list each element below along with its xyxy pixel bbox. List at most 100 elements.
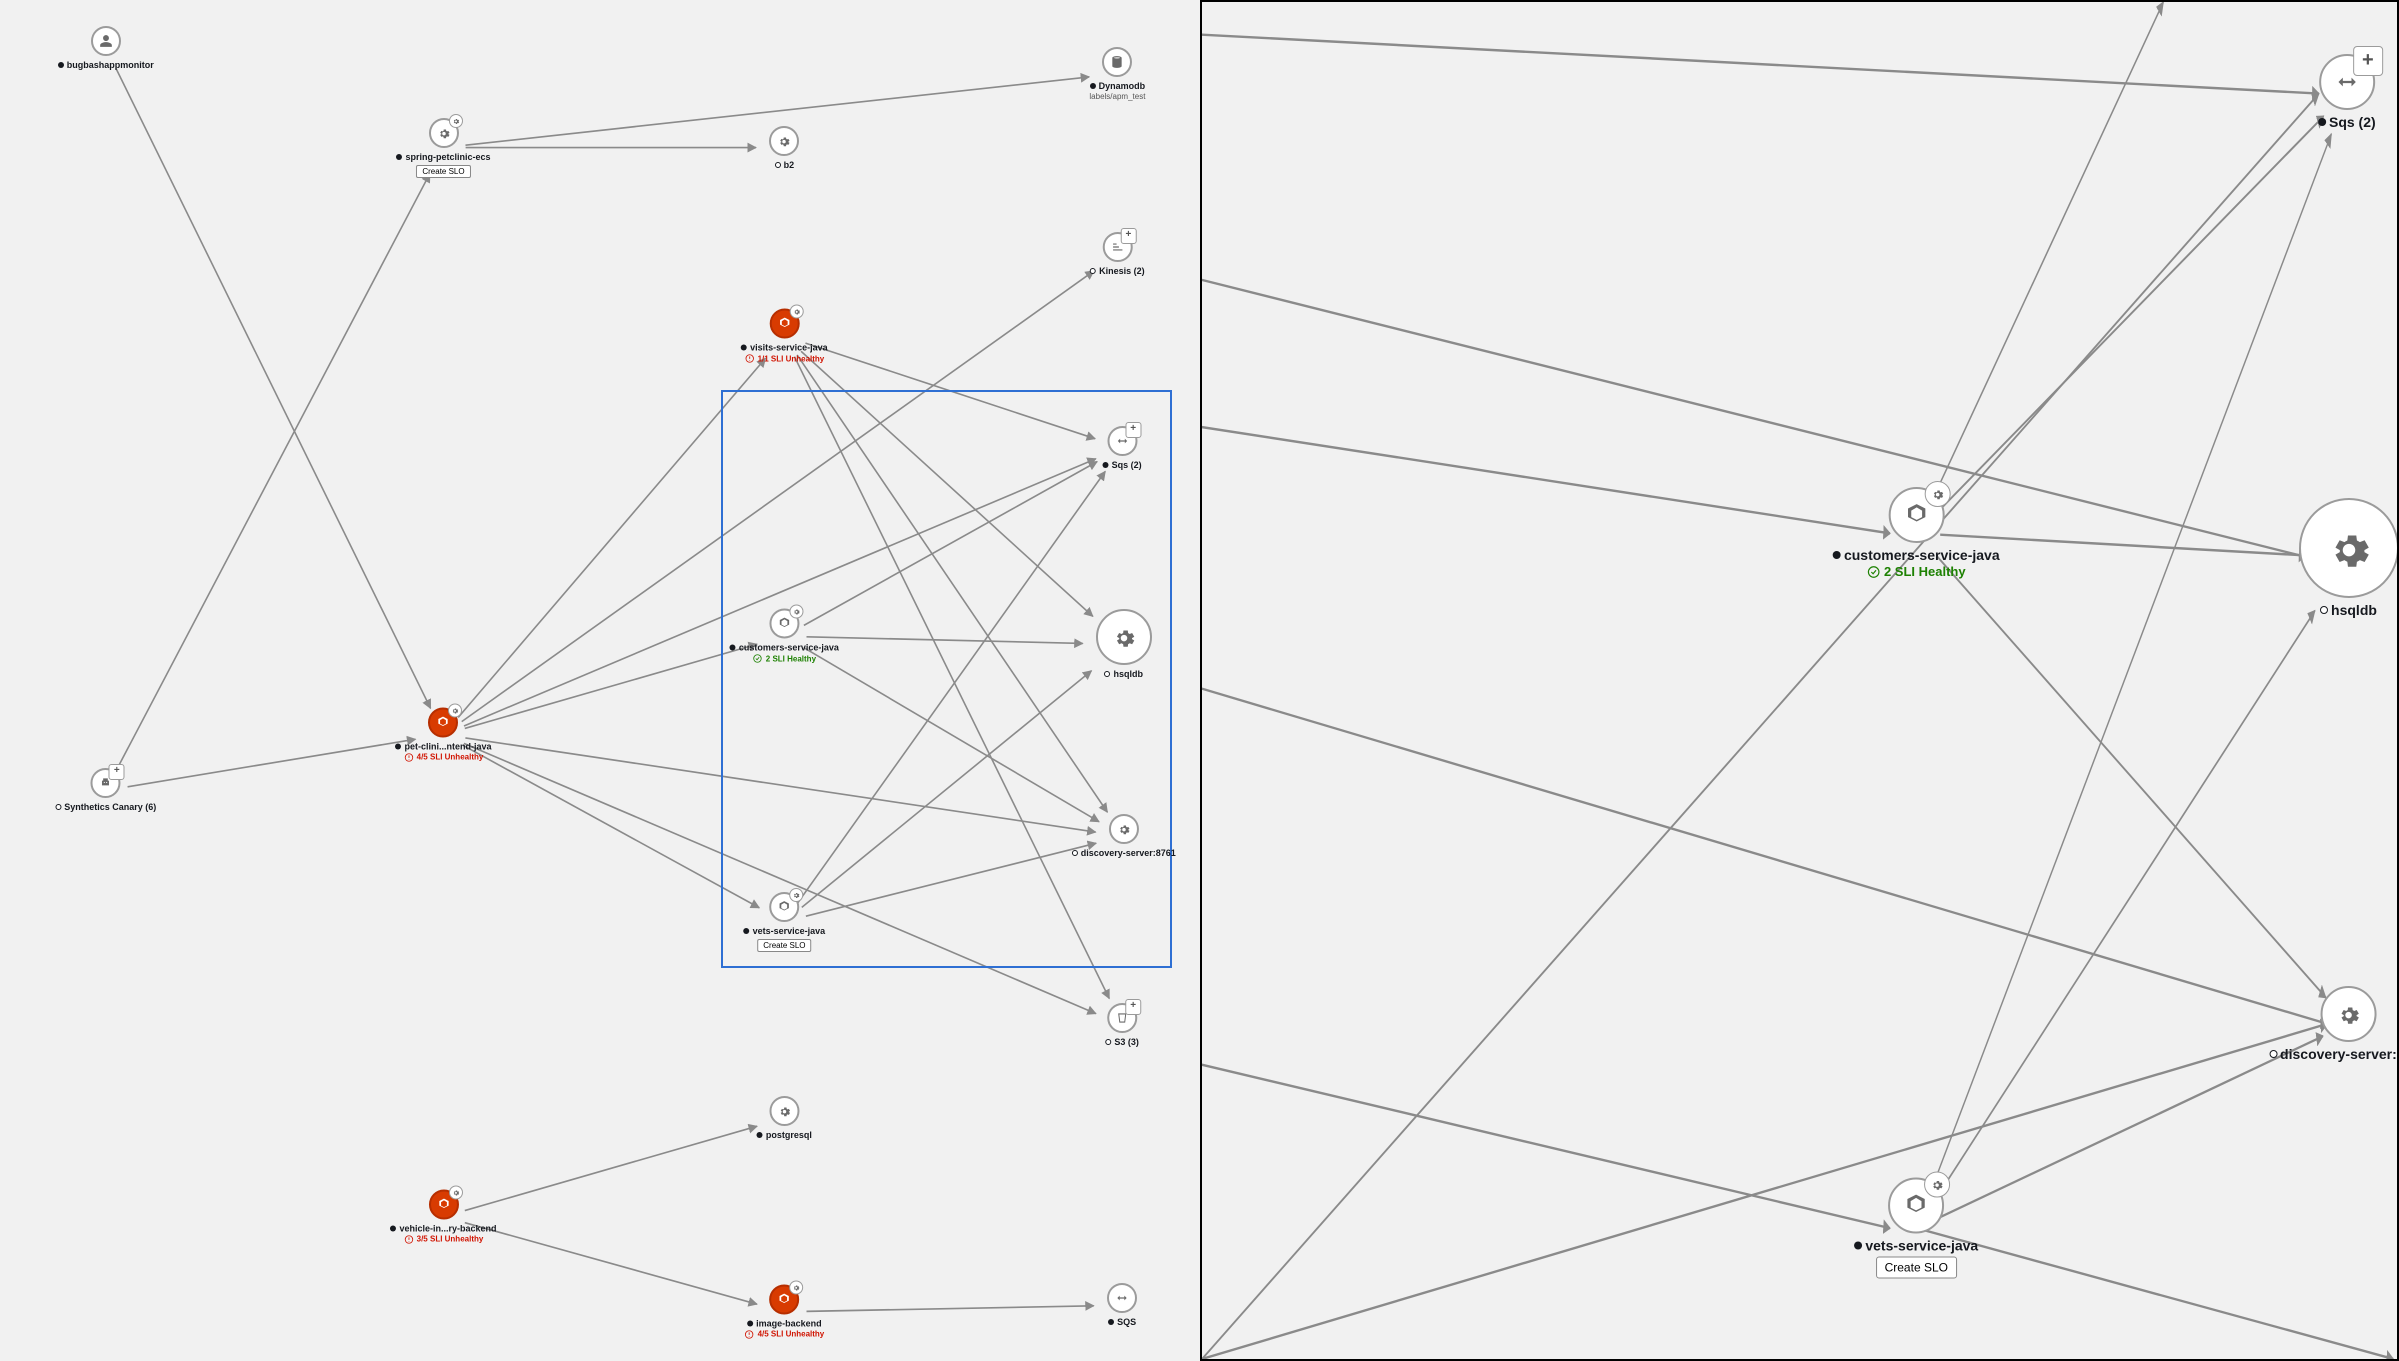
sli-status: 3/5 SLI Unhealthy [404,1234,484,1244]
node-circle[interactable] [1888,487,1944,543]
node-circle[interactable] [1096,609,1152,665]
node-circle[interactable] [428,118,458,148]
dependency-edge [463,745,759,907]
service-node-b2[interactable]: b2 [769,126,799,170]
service-map-overview-panel[interactable]: bugbashappmonitor spring-petclinic-ecs Cre… [0,0,1200,1361]
service-node-dynamo[interactable]: Dynamodblabels/apm_test [1089,47,1145,101]
expand-group-button[interactable]: + [109,764,125,780]
service-map-zoom-panel[interactable]: +Sqs (2) customers-service-java2 SLI Heal… [1200,0,2399,1361]
gear-icon [436,126,450,140]
service-node-image[interactable]: image-backend4/5 SLI Unhealthy [745,1284,825,1339]
service-node-sqs[interactable]: SQS [1107,1283,1137,1327]
service-node-r_vets[interactable]: vets-service-java Create SLO [1854,1178,1978,1279]
dependency-edge [128,739,416,787]
node-label-row: customers-service-java [730,643,839,653]
node-circle[interactable] [769,309,799,339]
service-node-kinesis[interactable]: + Kinesis (2) [1090,232,1145,276]
service-node-r_customers[interactable]: customers-service-java2 SLI Healthy [1833,487,2000,579]
db-icon [1110,55,1124,69]
node-circle[interactable] [1109,814,1139,844]
node-label: hsqldb [1113,669,1143,679]
create-slo-button[interactable]: Create SLO [757,939,811,952]
node-circle[interactable]: + [1107,1003,1137,1033]
node-circle[interactable] [769,892,799,922]
node-circle[interactable] [769,1284,799,1314]
k8s-icon [777,1292,791,1306]
status-dot-icon [744,928,750,934]
node-circle[interactable] [1888,1178,1944,1234]
node-circle[interactable]: + [2319,54,2375,110]
create-slo-button[interactable]: Create SLO [416,165,470,178]
service-node-s3[interactable]: +S3 (3) [1105,1003,1139,1047]
node-circle[interactable]: + [1107,426,1137,456]
node-label-row: hsqldb [1104,669,1143,679]
node-circle[interactable] [428,707,458,737]
node-circle[interactable] [428,1189,458,1219]
gear-badge-icon [789,605,803,619]
dependency-edge [116,68,431,708]
service-node-canary[interactable]: +Synthetics Canary (6) [55,768,156,812]
service-node-frontend[interactable]: pet-clini...ntend-java4/5 SLI Unhealthy [395,707,491,762]
gear-badge-icon [448,703,462,717]
status-dot-icon [747,1320,753,1326]
node-label-row: hsqldb [2320,602,2377,618]
node-circle[interactable] [2320,986,2376,1042]
node-circle[interactable] [769,126,799,156]
expand-group-button[interactable]: + [1125,999,1141,1015]
dependency-edge [1202,427,1890,533]
service-node-vets[interactable]: vets-service-java Create SLO [744,892,826,952]
node-circle[interactable] [2299,498,2399,598]
service-node-sqs2[interactable]: +Sqs (2) [1103,426,1142,470]
status-dot-icon [55,804,61,810]
dependency-edge [116,173,430,770]
create-slo-button[interactable]: Create SLO [1876,1257,1957,1279]
expand-group-button[interactable]: + [1125,422,1141,438]
gear-badge-icon [789,305,803,319]
node-label: postgresql [766,1130,812,1140]
node-circle[interactable] [91,26,121,56]
dependency-edge [794,357,1109,999]
service-node-r_discovery[interactable]: discovery-server:8761 [2269,986,2399,1062]
expand-group-button[interactable]: + [1120,228,1136,244]
status-dot-icon [1104,671,1110,677]
dependency-edge [465,1223,757,1304]
node-label: vets-service-java [1865,1238,1978,1254]
k8s-icon [777,317,791,331]
node-label: vets-service-java [753,926,826,936]
app-root: bugbashappmonitor spring-petclinic-ecs Cre… [0,0,2399,1361]
service-node-r_sqs2[interactable]: +Sqs (2) [2318,54,2376,130]
service-node-bugbash[interactable]: bugbashappmonitor [58,26,154,70]
service-node-discovery[interactable]: discovery-server:8761 [1072,814,1176,858]
service-node-hsqldb[interactable]: hsqldb [1096,609,1152,679]
node-label: Dynamodb [1099,81,1146,91]
node-circle[interactable] [1102,47,1132,77]
node-label-row: spring-petclinic-ecs [396,152,490,162]
status-dot-icon [2269,1050,2277,1058]
k8s-icon [436,715,450,729]
node-circle[interactable]: + [91,768,121,798]
dependency-edge [1916,1228,2393,1359]
gear-badge-icon [789,888,803,902]
service-node-spring[interactable]: spring-petclinic-ecs Create SLO [396,118,490,178]
service-node-visits[interactable]: visits-service-java1/1 SLI Unhealthy [741,309,828,364]
dependency-edge [1202,1065,1890,1228]
sli-status-text: 3/5 SLI Unhealthy [417,1235,484,1244]
node-circle[interactable] [769,1096,799,1126]
expand-group-button[interactable]: + [2353,46,2383,76]
node-circle[interactable] [1107,1283,1137,1313]
node-label: image-backend [756,1318,822,1328]
sli-status-text: 2 SLI Healthy [766,654,816,663]
status-dot-icon [2320,606,2328,614]
service-node-postgres[interactable]: postgresql [757,1096,812,1140]
service-node-customers[interactable]: customers-service-java2 SLI Healthy [730,609,839,664]
service-node-vehicle[interactable]: vehicle-in...ry-backend3/5 SLI Unhealthy [390,1189,496,1244]
node-circle[interactable] [769,609,799,639]
gear-icon [2335,1001,2361,1027]
k8s-icon [777,617,791,631]
dependency-edge [1935,611,2315,1200]
service-node-r_hsqldb[interactable]: hsqldb [2299,498,2399,618]
status-dot-icon [1833,551,1841,559]
node-label-row: image-backend [747,1318,822,1328]
node-circle[interactable]: + [1102,232,1132,262]
node-label: Kinesis (2) [1099,266,1145,276]
